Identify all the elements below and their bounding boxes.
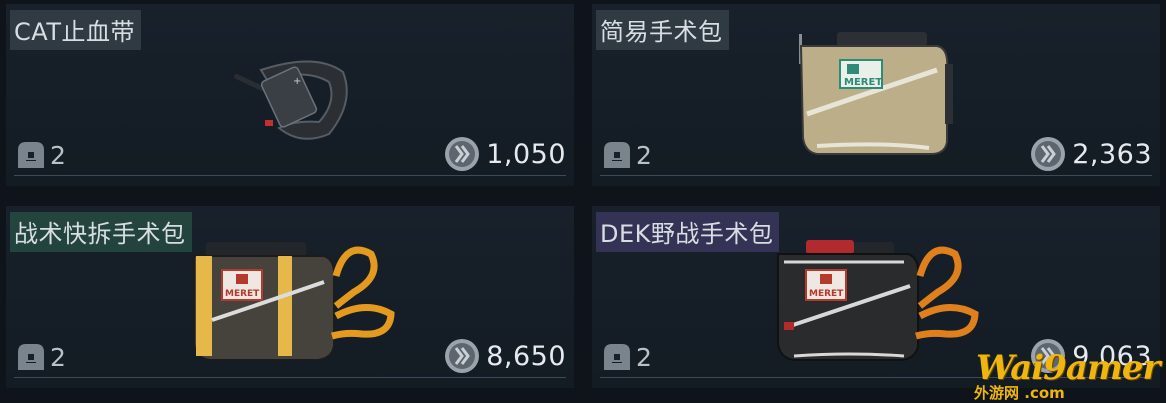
silver-coin-icon xyxy=(1031,137,1066,171)
item-card-simple-surgical-kit[interactable]: 简易手术包 MERET 2 2,363 xyxy=(592,4,1160,186)
item-grid: CAT止血带 + 2 1,050 简易手术包 MERET 2 2,363 战术快… xyxy=(0,0,1166,402)
item-card-cat-tourniquet[interactable]: CAT止血带 + 2 1,050 xyxy=(6,4,574,186)
slot-count: 2 xyxy=(602,342,652,372)
site-watermark: Wai9amer 外游网 .com xyxy=(970,346,1160,403)
backpack-slot-icon xyxy=(18,142,44,168)
price-display: 1,050 xyxy=(444,136,566,172)
price-value: 2,363 xyxy=(1072,138,1152,170)
slot-number: 2 xyxy=(50,140,66,170)
price-value: 1,050 xyxy=(486,138,566,170)
item-title: 简易手术包 xyxy=(596,10,729,50)
price-display: 2,363 xyxy=(1030,136,1152,172)
price-display: 8,650 xyxy=(444,338,566,374)
watermark-subtitle: 外游网 .com xyxy=(974,382,1065,403)
watermark-domain: .com xyxy=(1024,384,1065,402)
price-value: 8,650 xyxy=(486,340,566,372)
backpack-slot-icon xyxy=(604,344,630,370)
brand-label: MERET xyxy=(225,289,260,299)
slot-count: 2 xyxy=(16,342,66,372)
svg-text:+: + xyxy=(293,76,301,87)
backpack-slot-icon xyxy=(18,344,44,370)
tactical-kit-image: MERET xyxy=(193,242,395,361)
slot-number: 2 xyxy=(636,342,652,372)
item-title: CAT止血带 xyxy=(10,10,141,50)
silver-coin-icon xyxy=(445,339,480,373)
watermark-sub-text: 外游网 xyxy=(974,384,1020,402)
brand-label: MERET xyxy=(844,77,882,88)
silver-coin-icon xyxy=(445,137,480,171)
brand-label: MERET xyxy=(809,289,844,299)
slot-number: 2 xyxy=(636,140,652,170)
backpack-slot-icon xyxy=(604,142,630,168)
slot-count: 2 xyxy=(602,140,652,170)
surgical-kit-image: MERET xyxy=(799,32,953,155)
item-title: 战术快拆手术包 xyxy=(10,212,192,252)
item-card-tactical-surgical-kit[interactable]: 战术快拆手术包 MERET 2 8,650 xyxy=(6,206,574,388)
dek-kit-image: MERET xyxy=(777,240,979,361)
item-title: DEK野战手术包 xyxy=(596,212,780,252)
slot-count: 2 xyxy=(16,140,66,170)
slot-number: 2 xyxy=(50,342,66,372)
tourniquet-image: + xyxy=(234,60,348,140)
